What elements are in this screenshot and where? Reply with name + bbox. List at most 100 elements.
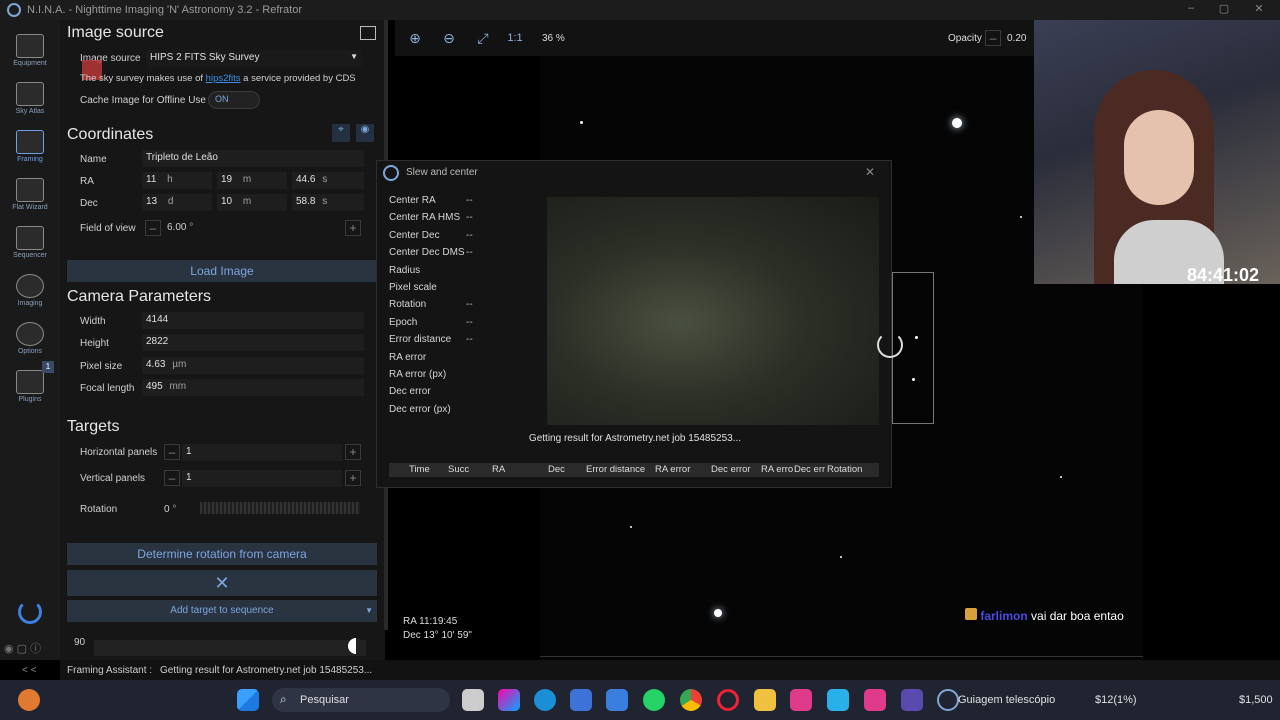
title-bar: N.I.N.A. - Nighttime Imaging 'N' Astrono… xyxy=(0,0,1280,20)
edge-icon[interactable] xyxy=(534,689,556,711)
fov-decrease-button[interactable]: – xyxy=(145,220,161,236)
fov-value[interactable]: 6.00 ° xyxy=(167,222,193,233)
column-header[interactable]: RA error xyxy=(655,464,690,475)
minimize-icon[interactable]: – xyxy=(1184,2,1198,16)
column-header[interactable]: RA xyxy=(492,464,505,475)
task-view-icon[interactable] xyxy=(462,689,484,711)
pixel-size-label: Pixel size xyxy=(80,361,123,372)
focal-length-input[interactable]: 495 mm xyxy=(142,379,364,396)
column-header[interactable]: Time xyxy=(409,464,430,475)
star xyxy=(840,556,842,558)
firefox-icon[interactable] xyxy=(18,689,40,711)
hips2fits-link[interactable]: hips2fits xyxy=(206,73,241,84)
column-header[interactable]: Succ xyxy=(448,464,469,475)
copilot-icon[interactable] xyxy=(498,689,520,711)
ra-minutes-input[interactable]: 19 m xyxy=(217,172,287,189)
stream-timer: 84:41:02 xyxy=(1187,265,1260,285)
result-value: -- xyxy=(466,229,473,241)
active-app-label[interactable]: Guiagem telescópio xyxy=(958,694,1055,706)
app-icon[interactable] xyxy=(606,689,628,711)
one-to-one-button[interactable]: 1:1 xyxy=(503,26,527,50)
plate-solve-preview xyxy=(547,197,903,425)
opera-icon[interactable] xyxy=(717,689,739,711)
collapse-button[interactable]: < < xyxy=(22,665,36,676)
taskbar-search-box[interactable]: ⌕ Pesquisar xyxy=(272,688,450,712)
add-target-button[interactable]: Add target to sequence ▼ xyxy=(67,600,377,622)
opacity-value[interactable]: 0.20 xyxy=(1007,33,1026,44)
camera-heading: Camera Parameters xyxy=(67,288,212,305)
width-input[interactable]: 4144 xyxy=(142,312,364,329)
whatsapp-icon[interactable] xyxy=(643,689,665,711)
ra-label: RA xyxy=(80,176,94,187)
chat-message: farlimon vai dar boa entao xyxy=(965,608,1124,623)
nav-framing[interactable]: Framing xyxy=(0,124,60,172)
dec-seconds-input[interactable]: 58.8 s xyxy=(292,194,364,211)
rotation-slider[interactable] xyxy=(200,502,360,514)
determine-rotation-button[interactable]: Determine rotation from camera xyxy=(67,543,377,565)
cache-toggle[interactable]: ON xyxy=(208,91,260,109)
store-icon[interactable] xyxy=(570,689,592,711)
nav-imaging[interactable]: Imaging xyxy=(0,268,60,316)
nav-sequencer[interactable]: Sequencer xyxy=(0,220,60,268)
nav-options[interactable]: Options xyxy=(0,316,60,364)
location-pin-icon[interactable]: ◉ xyxy=(356,124,374,142)
chrome-icon[interactable] xyxy=(680,689,702,711)
fit-to-screen-icon[interactable]: ⤢ xyxy=(471,26,495,50)
height-input[interactable]: 2822 xyxy=(142,334,364,351)
column-header[interactable]: RA erro xyxy=(761,464,793,475)
maximize-icon[interactable]: ▢ xyxy=(1217,2,1231,16)
column-header[interactable]: Dec xyxy=(548,464,565,475)
fov-increase-button[interactable]: + xyxy=(345,220,361,236)
nav-flat-wizard[interactable]: Flat Wizard xyxy=(0,172,60,220)
fov-label: Field of view xyxy=(80,223,136,234)
dropdown-chevron-icon[interactable]: ▼ xyxy=(365,600,373,622)
app-icon[interactable] xyxy=(864,689,886,711)
height-label: Height xyxy=(80,338,109,349)
bottom-scale-bar[interactable] xyxy=(94,640,366,656)
ra-hours-input[interactable]: 11 h xyxy=(142,172,212,189)
zoom-out-icon[interactable]: ⊖ xyxy=(437,26,461,50)
app-icon[interactable] xyxy=(827,689,849,711)
column-header[interactable]: Dec error xyxy=(711,464,751,475)
column-header[interactable]: Rotation xyxy=(827,464,862,475)
zoom-in-icon[interactable]: ⊕ xyxy=(403,26,427,50)
ra-seconds-input[interactable]: 44.6 s xyxy=(292,172,364,189)
vpanels-input[interactable]: 1 xyxy=(182,470,342,487)
vpanels-decrease-button[interactable]: – xyxy=(164,470,180,486)
nav-sky-atlas[interactable]: Sky Atlas xyxy=(0,76,60,124)
hpanels-input[interactable]: 1 xyxy=(182,444,342,461)
dec-minutes-input[interactable]: 10 m xyxy=(217,194,287,211)
app-icon[interactable] xyxy=(901,689,923,711)
vpanels-increase-button[interactable]: + xyxy=(345,470,361,486)
result-label: Dec error xyxy=(389,386,431,398)
result-label: Radius xyxy=(389,264,421,276)
hpanels-decrease-button[interactable]: – xyxy=(164,444,180,460)
hpanels-increase-button[interactable]: + xyxy=(345,444,361,460)
nina-taskbar-icon[interactable] xyxy=(937,689,959,711)
dec-degrees-input[interactable]: 13 d xyxy=(142,194,212,211)
result-label: Error distance xyxy=(389,334,452,346)
dialog-close-icon[interactable]: ✕ xyxy=(865,165,875,179)
book-icon[interactable] xyxy=(360,26,376,40)
pixel-size-input[interactable]: 4.63 µm xyxy=(142,357,364,374)
targets-heading: Targets xyxy=(67,418,120,435)
cancel-icon[interactable]: ✕ xyxy=(67,570,377,596)
close-window-icon[interactable]: ✕ xyxy=(1252,2,1266,16)
nav-equipment[interactable]: Equipment xyxy=(0,28,60,76)
framing-icon xyxy=(16,130,44,154)
opacity-decrease-button[interactable]: – xyxy=(985,30,1001,46)
status-source: Framing Assistant : xyxy=(67,665,153,676)
column-header[interactable]: Error distance xyxy=(586,464,645,475)
power-icon[interactable] xyxy=(18,600,42,624)
telescope-coords-icon[interactable]: ⌖ xyxy=(332,124,350,142)
target-name-input[interactable]: Tripleto de Leão xyxy=(142,150,364,167)
app-icon[interactable] xyxy=(790,689,812,711)
image-source-select[interactable]: HIPS 2 FITS Sky Survey ▼ xyxy=(146,50,362,67)
nina-app-icon xyxy=(7,3,21,17)
column-header[interactable]: Dec err xyxy=(794,464,825,475)
windows-start-icon[interactable] xyxy=(237,689,259,711)
load-image-button[interactable]: Load Image xyxy=(67,260,377,282)
main-navigation: Equipment Sky Atlas Framing Flat Wizard … xyxy=(0,20,60,660)
star xyxy=(1060,476,1062,478)
file-explorer-icon[interactable] xyxy=(754,689,776,711)
